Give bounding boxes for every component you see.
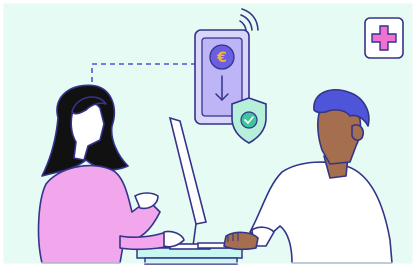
currency-symbol: € [216,50,227,66]
telehealth-payment-illustration: € [3,3,413,265]
medical-cross-icon [364,17,404,59]
desk [136,247,243,265]
